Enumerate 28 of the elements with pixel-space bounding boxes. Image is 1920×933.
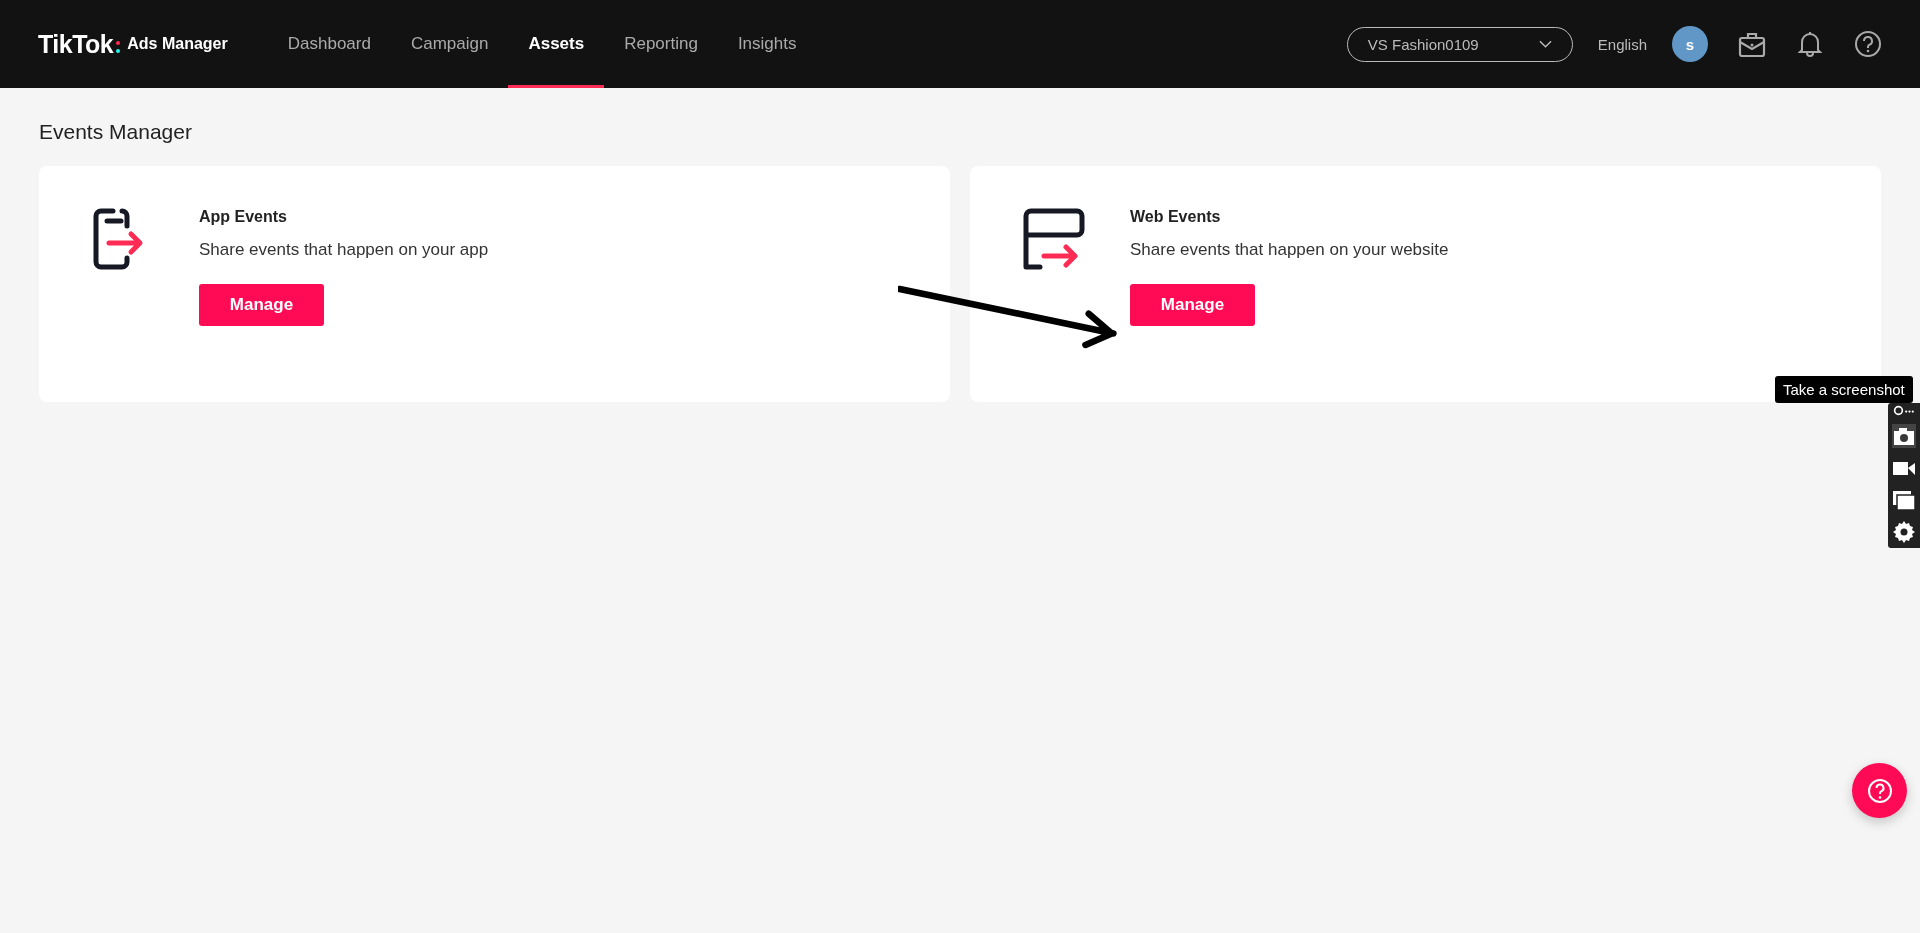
nav-tab[interactable]: Assets bbox=[508, 0, 605, 88]
manage-button[interactable]: Manage bbox=[199, 284, 324, 326]
help-icon bbox=[1865, 776, 1894, 805]
nav-tab[interactable]: Dashboard bbox=[267, 0, 391, 88]
camera-icon[interactable] bbox=[1892, 424, 1916, 448]
colon-dots-icon bbox=[116, 40, 121, 54]
bell-icon[interactable] bbox=[1796, 30, 1824, 58]
nav-tab[interactable]: Reporting bbox=[604, 0, 718, 88]
language-link[interactable]: English bbox=[1597, 35, 1647, 53]
logo-text[interactable]: TikTok bbox=[38, 29, 114, 59]
card-title: Web Events bbox=[1130, 208, 1222, 226]
phone-arrow-icon bbox=[93, 206, 145, 272]
more-icon[interactable] bbox=[1893, 405, 1915, 416]
settings-icon[interactable] bbox=[1892, 520, 1916, 544]
tooltip: Take a screenshot bbox=[1775, 376, 1913, 403]
nav-tab[interactable]: Insights bbox=[717, 0, 817, 88]
nav-tab[interactable]: Campaign bbox=[390, 0, 509, 88]
page-title: Events Manager bbox=[39, 120, 193, 144]
windows-icon[interactable] bbox=[1892, 488, 1916, 512]
manage-button[interactable]: Manage bbox=[1130, 284, 1255, 326]
card-description: Share events that happen on your website bbox=[1130, 240, 1449, 260]
card-title: App Events bbox=[199, 208, 288, 226]
briefcase-icon[interactable] bbox=[1738, 30, 1766, 58]
card-description: Share events that happen on your app bbox=[199, 240, 489, 260]
chevron-down-icon bbox=[1538, 40, 1552, 48]
help-icon[interactable] bbox=[1854, 30, 1882, 58]
product-name: Ads Manager bbox=[127, 35, 228, 53]
help-button[interactable] bbox=[1852, 763, 1907, 818]
